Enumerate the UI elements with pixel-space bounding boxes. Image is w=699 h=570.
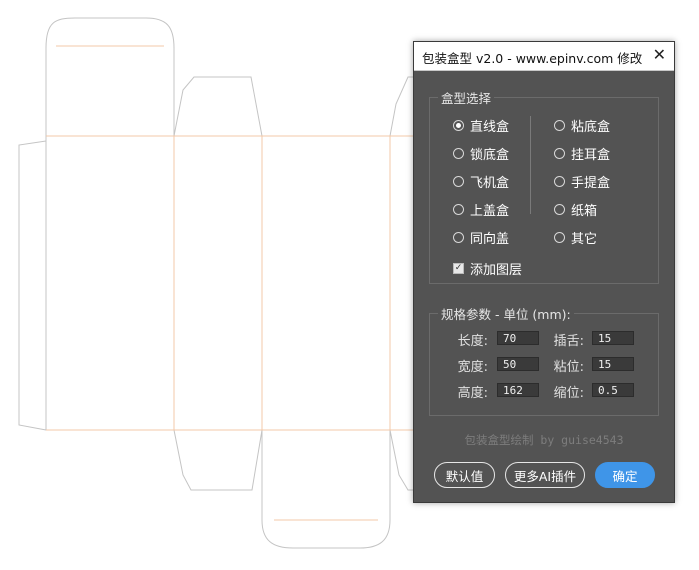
radio-icon[interactable] — [554, 120, 565, 131]
radio-option-other[interactable]: 其它 — [554, 228, 597, 247]
radio-label: 其它 — [571, 232, 598, 247]
default-values-button[interactable]: 默认值 — [434, 462, 495, 488]
radio-option-airplane-box[interactable]: 飞机盒 — [453, 172, 509, 191]
shrink-input[interactable]: 0.5 — [592, 383, 634, 397]
radio-label: 锁底盒 — [470, 148, 510, 163]
close-icon[interactable]: ✕ — [653, 46, 666, 64]
radio-icon[interactable] — [453, 148, 464, 159]
box-type-legend: 盒型选择 — [441, 91, 492, 106]
height-input[interactable]: 162 — [497, 383, 539, 397]
dieline-fold-lines — [46, 45, 414, 521]
radio-option-top-lid-box[interactable]: 上盖盒 — [453, 200, 509, 219]
shrink-label: 缩位: — [553, 386, 584, 401]
tuck-input[interactable]: 15 — [592, 331, 634, 345]
radio-label: 直线盒 — [470, 120, 510, 135]
radio-label: 手提盒 — [571, 176, 611, 191]
dialog-title: 包装盒型 v2.0 - www.epinv.com 修改 — [422, 51, 643, 66]
radio-label: 同向盖 — [470, 232, 510, 247]
dialog-titlebar[interactable]: 包装盒型 v2.0 - www.epinv.com 修改 ✕ — [414, 42, 674, 71]
radio-icon[interactable] — [554, 204, 565, 215]
footer-credit: 包装盒型绘制 by guise4543 — [464, 433, 624, 447]
radio-icon[interactable] — [453, 204, 464, 215]
radio-label: 上盖盒 — [470, 204, 510, 219]
radio-option-hanger-box[interactable]: 挂耳盒 — [554, 144, 610, 163]
radio-icon[interactable] — [554, 176, 565, 187]
length-input[interactable]: 70 — [497, 331, 539, 345]
checkmark-icon[interactable]: ✓ — [453, 263, 464, 274]
radio-label: 飞机盒 — [470, 176, 510, 191]
radio-icon[interactable] — [453, 232, 464, 243]
tuck-label: 插舌: — [553, 334, 584, 349]
box-plugin-dialog: 包装盒型 v2.0 - www.epinv.com 修改 ✕ 盒型选择 直线盒 … — [413, 41, 675, 503]
radio-icon[interactable] — [554, 148, 565, 159]
width-label: 宽度: — [457, 360, 488, 375]
radio-column-divider — [530, 116, 531, 214]
ok-button[interactable]: 确定 — [595, 462, 655, 488]
width-input[interactable]: 50 — [497, 357, 539, 371]
radio-option-glue-bottom-box[interactable]: 粘底盒 — [554, 116, 610, 135]
radio-option-same-direction-lid[interactable]: 同向盖 — [453, 228, 509, 247]
radio-selected-icon[interactable] — [453, 120, 464, 131]
glue-input[interactable]: 15 — [592, 357, 634, 371]
radio-option-straight-box[interactable]: 直线盒 — [453, 116, 509, 135]
add-layer-checkbox[interactable]: ✓ 添加图层 — [453, 259, 522, 278]
add-layer-label: 添加图层 — [470, 263, 523, 278]
glue-label: 粘位: — [553, 360, 584, 375]
radio-label: 粘底盒 — [571, 120, 611, 135]
more-ai-plugins-button[interactable]: 更多AI插件 — [505, 462, 585, 488]
params-legend: 规格参数 - 单位 (mm): — [441, 307, 571, 322]
radio-label: 挂耳盒 — [571, 148, 611, 163]
radio-label: 纸箱 — [571, 204, 598, 219]
radio-option-lock-bottom-box[interactable]: 锁底盒 — [453, 144, 509, 163]
radio-icon[interactable] — [453, 176, 464, 187]
radio-option-carton[interactable]: 纸箱 — [554, 200, 597, 219]
height-label: 高度: — [457, 386, 488, 401]
dieline-cut-lines — [18, 17, 414, 549]
length-label: 长度: — [457, 334, 488, 349]
radio-option-handle-box[interactable]: 手提盒 — [554, 172, 610, 191]
radio-icon[interactable] — [554, 232, 565, 243]
